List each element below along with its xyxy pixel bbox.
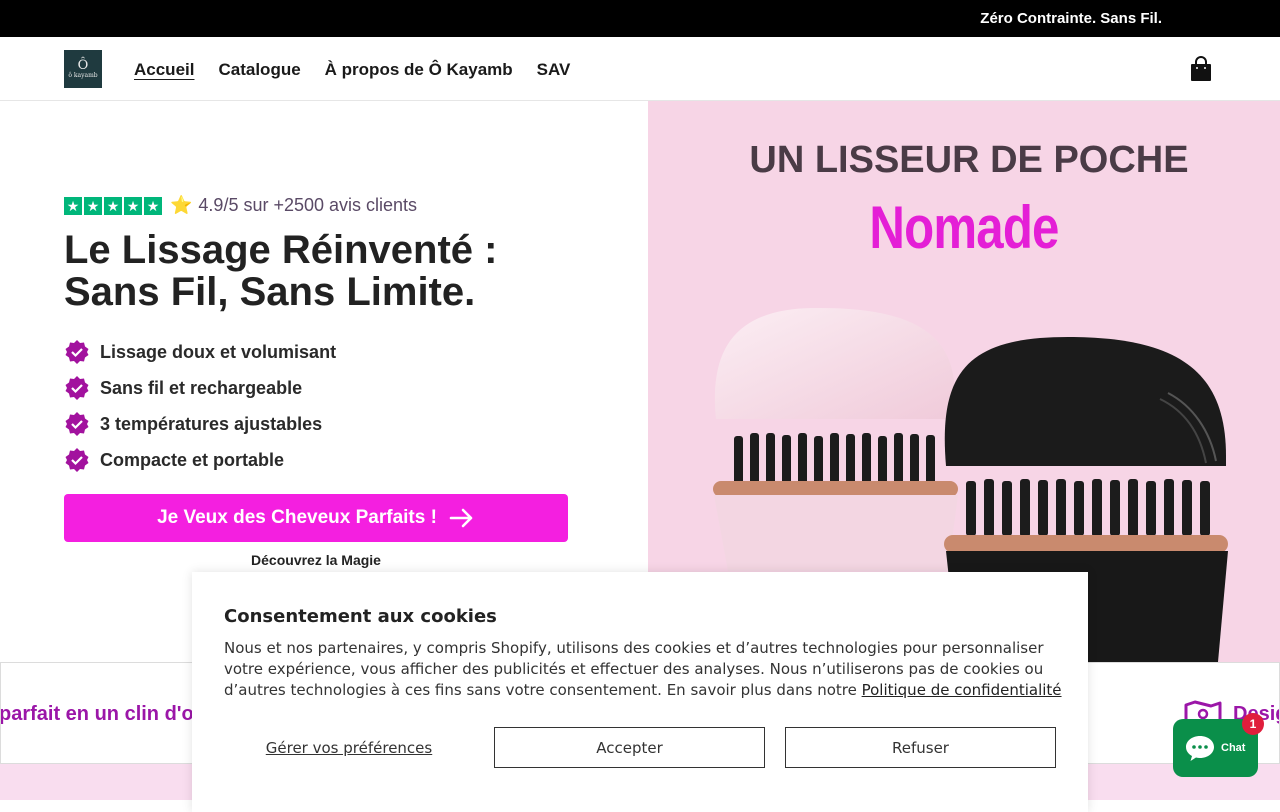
nav-link-sav[interactable]: SAV	[537, 60, 571, 80]
arrow-right-icon	[449, 508, 473, 528]
cta-label: Je Veux des Cheveux Parfaits !	[157, 507, 437, 528]
star-icon: ★	[104, 196, 122, 215]
feature-item: 3 températures ajustables	[64, 406, 336, 442]
feature-list: Lissage doux et volumisant Sans fil et r…	[64, 334, 336, 478]
cookie-banner: Consentement aux cookies Nous et nos par…	[192, 572, 1088, 812]
nav-link-catalogue[interactable]: Catalogue	[218, 60, 300, 80]
star-icon: ★	[124, 196, 142, 215]
main-nav: Accueil Catalogue À propos de Ô Kayamb S…	[134, 60, 570, 80]
feature-item: Compacte et portable	[64, 442, 336, 478]
check-badge-icon	[65, 412, 89, 436]
feature-item: Sans fil et rechargeable	[64, 370, 336, 406]
discover-link[interactable]: Découvrez la Magie	[64, 552, 568, 568]
cta-button[interactable]: Je Veux des Cheveux Parfaits !	[64, 494, 568, 542]
announcement-text: Zéro Contrainte. Sans Fil.	[980, 10, 1162, 27]
feature-item: Lissage doux et volumisant	[64, 334, 336, 370]
check-badge-icon	[65, 340, 89, 364]
headline-line-2: Sans Fil, Sans Limite.	[64, 270, 476, 314]
manage-preferences-button[interactable]: Gérer vos préférences	[224, 727, 474, 768]
privacy-policy-link[interactable]: Politique de confidentialité	[862, 681, 1062, 699]
cookie-title: Consentement aux cookies	[224, 606, 497, 627]
marquee-text-left: parfait en un clin d'o	[0, 703, 194, 725]
hero-headline: Le Lissage Réinventé : Sans Fil, Sans Li…	[64, 229, 584, 313]
logo-text: ô kayamb	[68, 71, 98, 79]
gold-star-icon: ⭐	[170, 195, 193, 215]
feature-label: Sans fil et rechargeable	[100, 377, 303, 398]
check-badge-icon	[65, 448, 89, 472]
announcement-bar: Zéro Contrainte. Sans Fil.	[0, 0, 1280, 37]
chat-label: Chat	[1221, 742, 1246, 754]
rating-text: 4.9/5 sur +2500 avis clients	[198, 195, 418, 215]
chat-badge: 1	[1242, 713, 1264, 735]
star-icon: ★	[84, 196, 102, 215]
accept-button[interactable]: Accepter	[494, 727, 765, 768]
logo-symbol: Ô	[77, 57, 89, 73]
chat-button[interactable]: Chat 1	[1173, 713, 1264, 777]
hero-image-subtitle: Nomade	[869, 194, 1059, 261]
chat-bubble-icon	[1186, 736, 1214, 761]
refuse-button[interactable]: Refuser	[785, 727, 1056, 768]
nav-link-a-propos[interactable]: À propos de Ô Kayamb	[325, 60, 513, 80]
logo[interactable]: Ô ô kayamb	[64, 50, 102, 88]
feature-label: 3 températures ajustables	[100, 413, 323, 434]
feature-label: Compacte et portable	[100, 449, 285, 470]
shopping-bag-icon[interactable]	[1189, 56, 1213, 82]
star-icon: ★	[64, 196, 82, 215]
star-icon: ★	[144, 196, 162, 215]
hero-image-title: UN LISSEUR DE POCHE	[749, 139, 1189, 181]
check-badge-icon	[65, 376, 89, 400]
rating-row: ★ ★ ★ ★ ★ ⭐ 4.9/5 sur +2500 avis clients	[64, 195, 417, 216]
site-header: Ô ô kayamb Accueil Catalogue À propos de…	[0, 37, 1280, 101]
cookie-body: Nous et nos partenaires, y compris Shopi…	[224, 638, 1064, 701]
feature-label: Lissage doux et volumisant	[100, 341, 337, 362]
trustpilot-stars: ★ ★ ★ ★ ★	[64, 196, 162, 215]
nav-link-accueil[interactable]: Accueil	[134, 60, 194, 80]
headline-line-1: Le Lissage Réinventé :	[64, 228, 498, 272]
